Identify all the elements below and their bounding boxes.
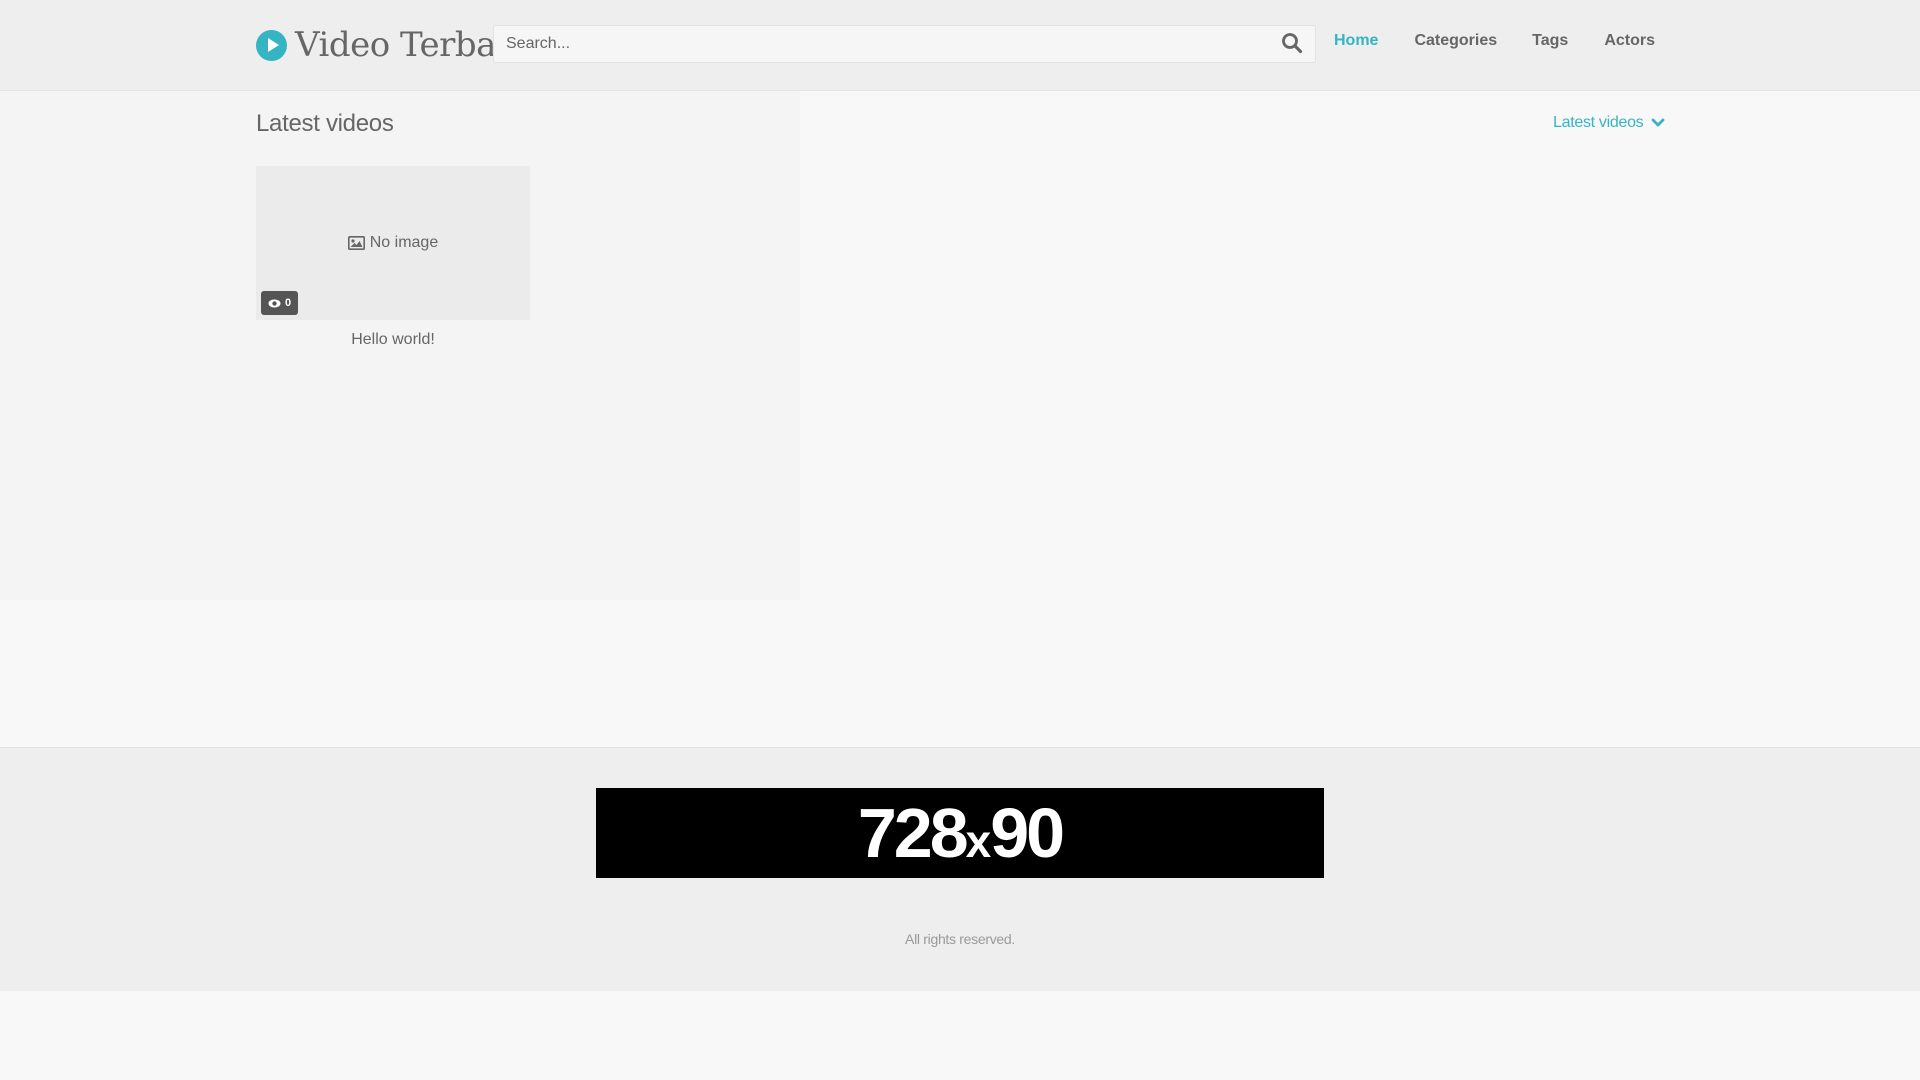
nav-item-home[interactable]: Home: [1334, 32, 1378, 50]
ad-text-main: 728: [857, 794, 969, 872]
search-icon: [1282, 33, 1303, 54]
ad-banner-text: 728x90: [858, 798, 1065, 868]
nav-item-actors[interactable]: Actors: [1604, 32, 1655, 50]
search-button[interactable]: [1281, 32, 1307, 58]
copyright-text: All rights reserved.: [905, 931, 1015, 947]
page-title: Latest videos: [256, 110, 394, 137]
sort-filter-label: Latest videos: [1553, 114, 1644, 131]
play-circle-icon: [256, 29, 287, 61]
video-thumbnail[interactable]: No image 0: [256, 166, 530, 320]
sort-filter-dropdown[interactable]: Latest videos: [1553, 114, 1665, 132]
site-logo[interactable]: Video Terbaru: [256, 24, 534, 66]
ad-text-end: 90: [990, 794, 1065, 872]
nav-item-categories[interactable]: Categories: [1414, 32, 1497, 50]
search-input[interactable]: [494, 26, 1254, 62]
site-footer: 728x90 All rights reserved.: [0, 747, 1920, 991]
ad-banner[interactable]: 728x90: [596, 788, 1324, 878]
eye-icon: [268, 299, 281, 307]
video-title[interactable]: Hello world!: [256, 331, 530, 349]
video-card[interactable]: No image 0 Hello world!: [256, 166, 530, 349]
views-badge: 0: [261, 291, 299, 315]
views-count: 0: [285, 297, 292, 309]
chevron-down-icon: [1651, 118, 1665, 127]
ad-text-x: x: [965, 815, 992, 867]
site-header: Video Terbaru Home Categories Tags Actor…: [0, 0, 1920, 91]
image-icon: [347, 236, 365, 250]
no-image-placeholder: No image: [347, 234, 439, 252]
search-form: [493, 25, 1316, 63]
main-nav: Home Categories Tags Actors: [1334, 32, 1655, 50]
no-image-text: No image: [369, 234, 439, 251]
nav-item-tags[interactable]: Tags: [1532, 32, 1568, 50]
